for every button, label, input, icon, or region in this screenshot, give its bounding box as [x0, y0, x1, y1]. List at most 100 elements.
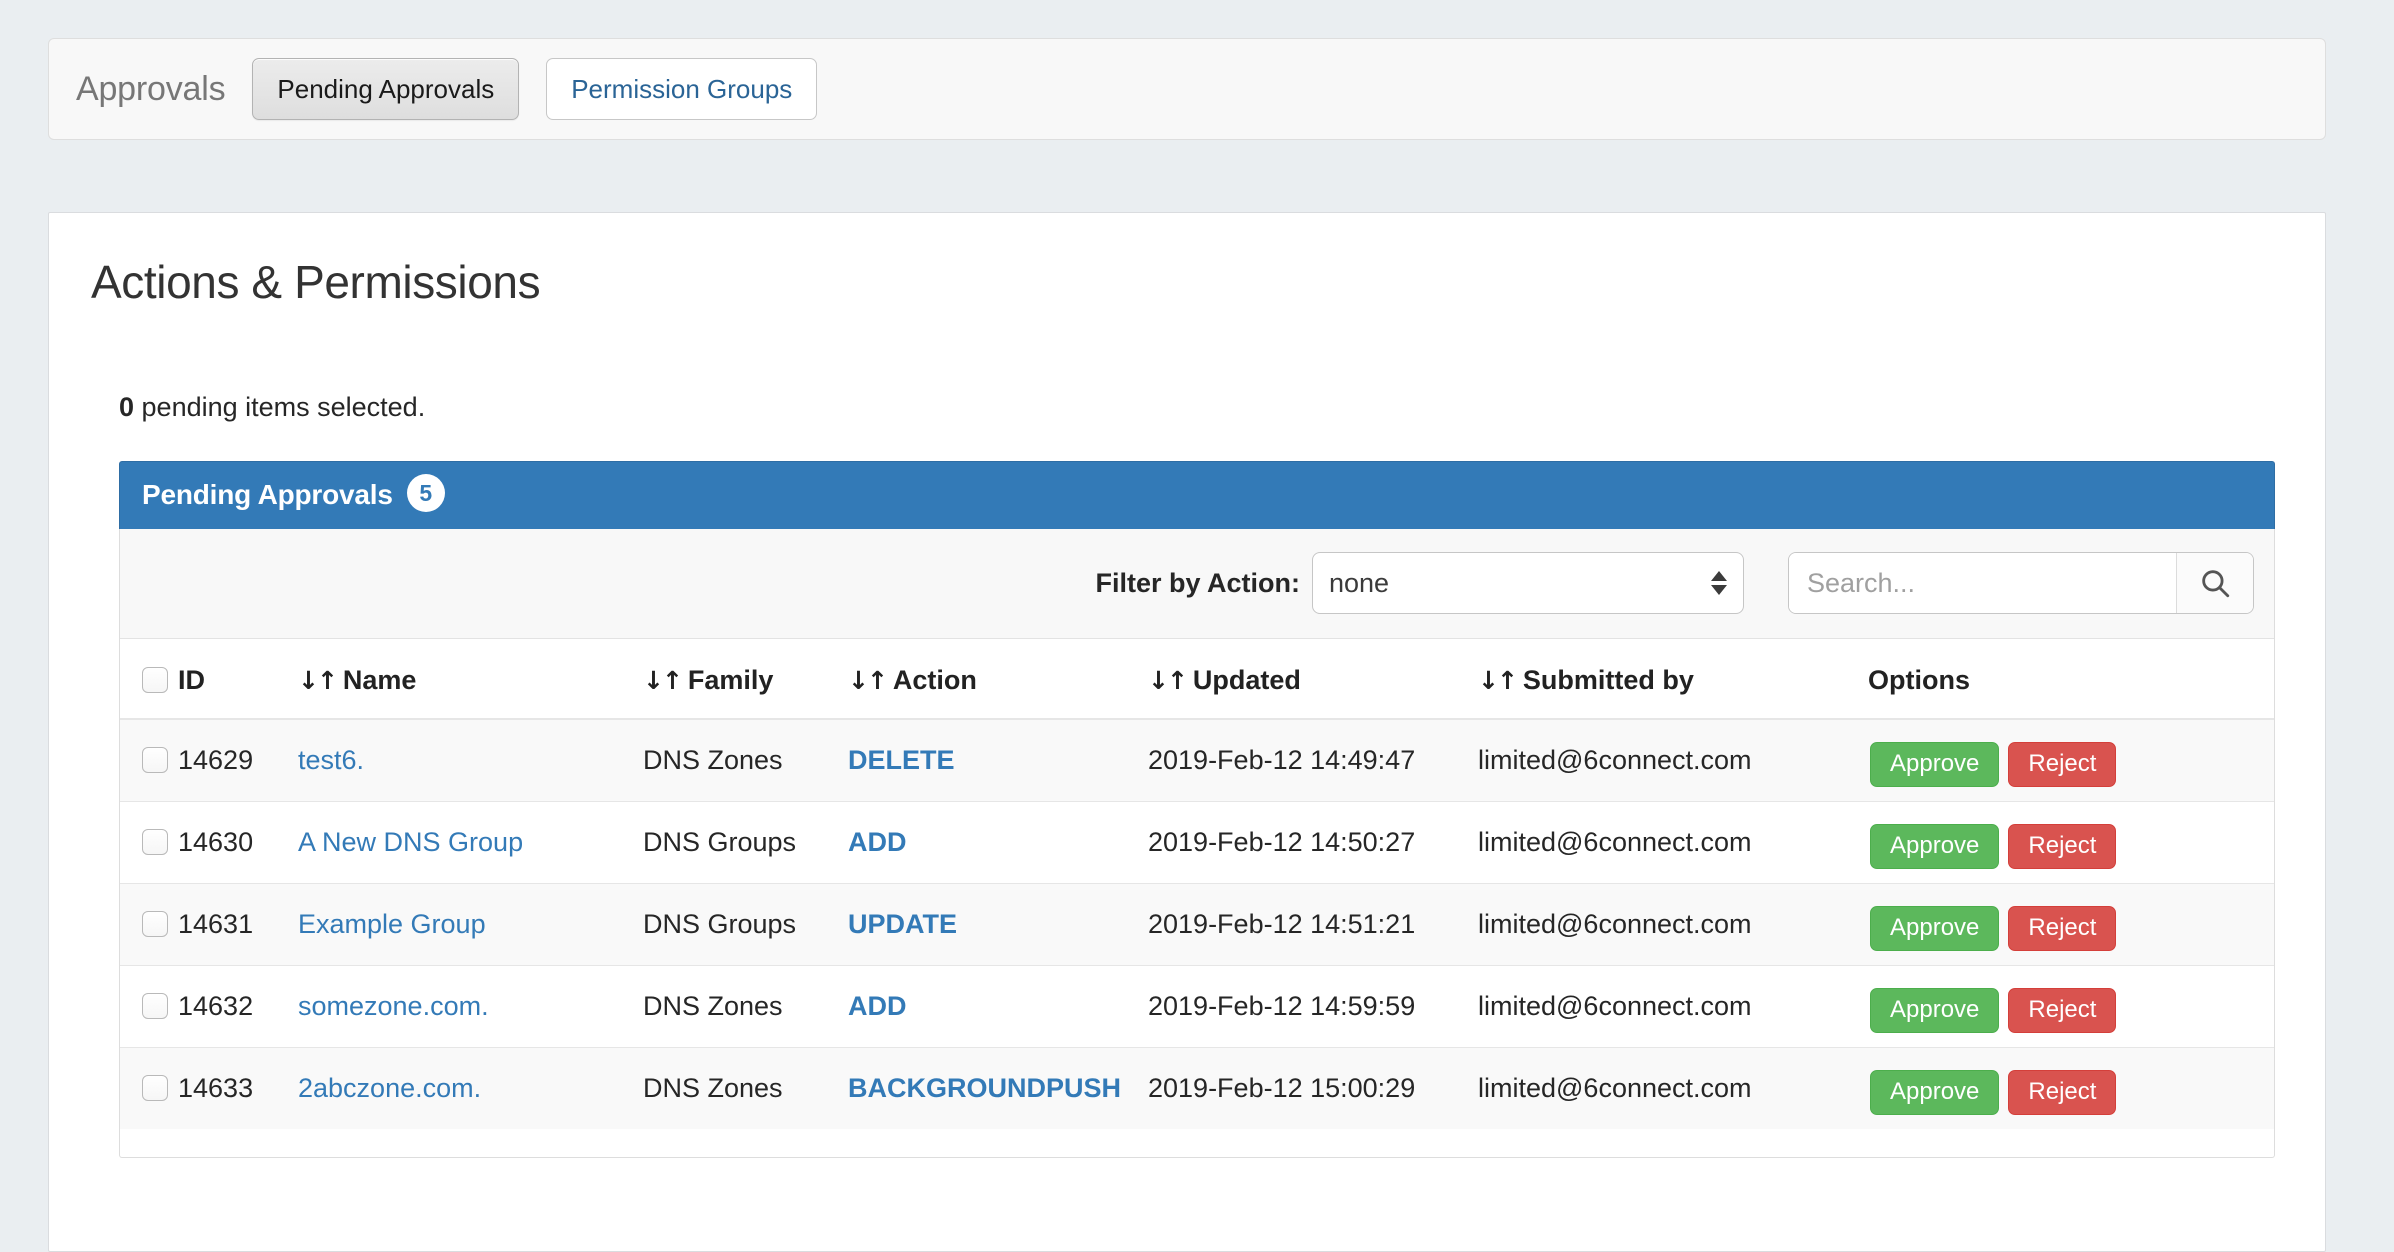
- sort-icon[interactable]: ↓↑: [643, 666, 681, 695]
- cell-name: somezone.com.: [298, 965, 643, 1047]
- cell-select: [120, 965, 178, 1047]
- table-row: 14629test6.DNS ZonesDELETE2019-Feb-12 14…: [120, 719, 2274, 802]
- cell-options: ApproveReject: [1868, 1047, 2274, 1129]
- cell-name: A New DNS Group: [298, 801, 643, 883]
- approvals-tabbar: Approvals Pending Approvals Permission G…: [48, 38, 2326, 140]
- cell-name: Example Group: [298, 883, 643, 965]
- th-submitted-by[interactable]: ↓↑Submitted by: [1478, 639, 1868, 719]
- search-button[interactable]: [2177, 553, 2253, 613]
- cell-submitted-by: limited@6connect.com: [1478, 1047, 1868, 1129]
- panel-body: Filter by Action: none: [119, 529, 2275, 1158]
- sort-icon[interactable]: ↓↑: [848, 666, 886, 695]
- approve-button[interactable]: Approve: [1870, 906, 1999, 951]
- pending-approvals-table: ID ↓↑Name ↓↑Family ↓↑Action ↓↑Updated: [120, 639, 2274, 1129]
- action-link[interactable]: BACKGROUNDPUSH: [848, 1073, 1121, 1103]
- reject-button[interactable]: Reject: [2008, 988, 2116, 1033]
- th-family[interactable]: ↓↑Family: [643, 639, 848, 719]
- th-submitted-by-label: Submitted by: [1523, 665, 1694, 695]
- cell-select: [120, 883, 178, 965]
- row-select-checkbox[interactable]: [142, 747, 168, 773]
- cell-select: [120, 719, 178, 802]
- cell-updated: 2019-Feb-12 14:59:59: [1148, 965, 1478, 1047]
- search-icon: [2198, 566, 2232, 600]
- table-header-row: ID ↓↑Name ↓↑Family ↓↑Action ↓↑Updated: [120, 639, 2274, 719]
- action-link[interactable]: UPDATE: [848, 909, 957, 939]
- cell-action: UPDATE: [848, 883, 1148, 965]
- table-footer-spacer: [120, 1129, 2274, 1157]
- cell-family: DNS Zones: [643, 965, 848, 1047]
- th-options: Options: [1868, 639, 2274, 719]
- filter-by-action-value[interactable]: none: [1312, 552, 1744, 614]
- th-name[interactable]: ↓↑Name: [298, 639, 643, 719]
- sort-icon[interactable]: ↓↑: [298, 666, 336, 695]
- tab-permission-groups[interactable]: Permission Groups: [546, 58, 817, 120]
- sort-icon[interactable]: ↓↑: [1478, 666, 1516, 695]
- search-input[interactable]: [1789, 553, 2177, 613]
- pending-approvals-panel: Pending Approvals 5 Filter by Action: no…: [119, 461, 2275, 1158]
- cell-action: BACKGROUNDPUSH: [848, 1047, 1148, 1129]
- selected-count: 0: [119, 392, 134, 422]
- cell-family: DNS Groups: [643, 883, 848, 965]
- reject-button[interactable]: Reject: [2008, 906, 2116, 951]
- cell-family: DNS Groups: [643, 801, 848, 883]
- th-family-label: Family: [688, 665, 774, 695]
- row-select-checkbox[interactable]: [142, 1075, 168, 1101]
- th-action-label: Action: [893, 665, 977, 695]
- tabbar-title: Approvals: [76, 70, 225, 109]
- filter-by-action-group: Filter by Action: none: [1095, 552, 1744, 614]
- th-updated[interactable]: ↓↑Updated: [1148, 639, 1478, 719]
- reject-button[interactable]: Reject: [2008, 742, 2116, 787]
- row-action-buttons: ApproveReject: [1870, 742, 2274, 787]
- page-title: Actions & Permissions: [49, 213, 2325, 308]
- action-link[interactable]: ADD: [848, 991, 907, 1021]
- table-head: ID ↓↑Name ↓↑Family ↓↑Action ↓↑Updated: [120, 639, 2274, 719]
- name-link[interactable]: 2abczone.com.: [298, 1073, 481, 1103]
- sort-icon[interactable]: ↓↑: [1148, 666, 1186, 695]
- cell-submitted-by: limited@6connect.com: [1478, 801, 1868, 883]
- approve-button[interactable]: Approve: [1870, 1070, 1999, 1115]
- cell-submitted-by: limited@6connect.com: [1478, 965, 1868, 1047]
- row-select-checkbox[interactable]: [142, 993, 168, 1019]
- cell-options: ApproveReject: [1868, 719, 2274, 802]
- tab-pending-approvals[interactable]: Pending Approvals: [252, 58, 519, 120]
- cell-updated: 2019-Feb-12 15:00:29: [1148, 1047, 1478, 1129]
- select-all-checkbox[interactable]: [142, 667, 168, 693]
- action-link[interactable]: ADD: [848, 827, 907, 857]
- name-link[interactable]: A New DNS Group: [298, 827, 523, 857]
- tabbar-inner: Approvals Pending Approvals Permission G…: [49, 39, 2325, 139]
- table-row: 14632somezone.com.DNS ZonesADD2019-Feb-1…: [120, 965, 2274, 1047]
- row-select-checkbox[interactable]: [142, 829, 168, 855]
- cell-action: ADD: [848, 801, 1148, 883]
- pending-count-badge: 5: [407, 474, 445, 512]
- table-row: 14631Example GroupDNS GroupsUPDATE2019-F…: [120, 883, 2274, 965]
- approve-button[interactable]: Approve: [1870, 988, 1999, 1033]
- filter-by-action-select[interactable]: none: [1312, 552, 1744, 614]
- row-action-buttons: ApproveReject: [1870, 988, 2274, 1033]
- approve-button[interactable]: Approve: [1870, 824, 1999, 869]
- th-select-all: [120, 639, 178, 719]
- cell-action: DELETE: [848, 719, 1148, 802]
- approve-button[interactable]: Approve: [1870, 742, 1999, 787]
- reject-button[interactable]: Reject: [2008, 1070, 2116, 1115]
- action-link[interactable]: DELETE: [848, 745, 955, 775]
- table-body: 14629test6. DNS Zones DELETE 2019-Feb-12 14…: [120, 719, 2274, 1129]
- th-updated-label: Updated: [1193, 665, 1301, 695]
- cell-id: 14629: [178, 719, 298, 802]
- row-action-buttons: ApproveReject: [1870, 906, 2274, 951]
- name-link[interactable]: somezone.com.: [298, 991, 489, 1021]
- reject-button[interactable]: Reject: [2008, 824, 2116, 869]
- cell-id: 14633: [178, 1047, 298, 1129]
- name-link[interactable]: Example Group: [298, 909, 486, 939]
- cell-action: ADD: [848, 965, 1148, 1047]
- cell-updated: 2019-Feb-12 14:51:21: [1148, 883, 1478, 965]
- cell-name: test6.: [298, 719, 643, 802]
- cell-submitted-by: limited@6connect.com: [1478, 883, 1868, 965]
- name-link[interactable]: test6.: [298, 745, 364, 775]
- th-action[interactable]: ↓↑Action: [848, 639, 1148, 719]
- row-select-checkbox[interactable]: [142, 911, 168, 937]
- search-group: [1788, 552, 2254, 614]
- cell-submitted-by: limited@6connect.com: [1478, 719, 1868, 802]
- cell-updated: 2019-Feb-12 14:49:47: [1148, 719, 1478, 802]
- selected-suffix: pending items selected.: [134, 392, 425, 422]
- cell-options: ApproveReject: [1868, 883, 2274, 965]
